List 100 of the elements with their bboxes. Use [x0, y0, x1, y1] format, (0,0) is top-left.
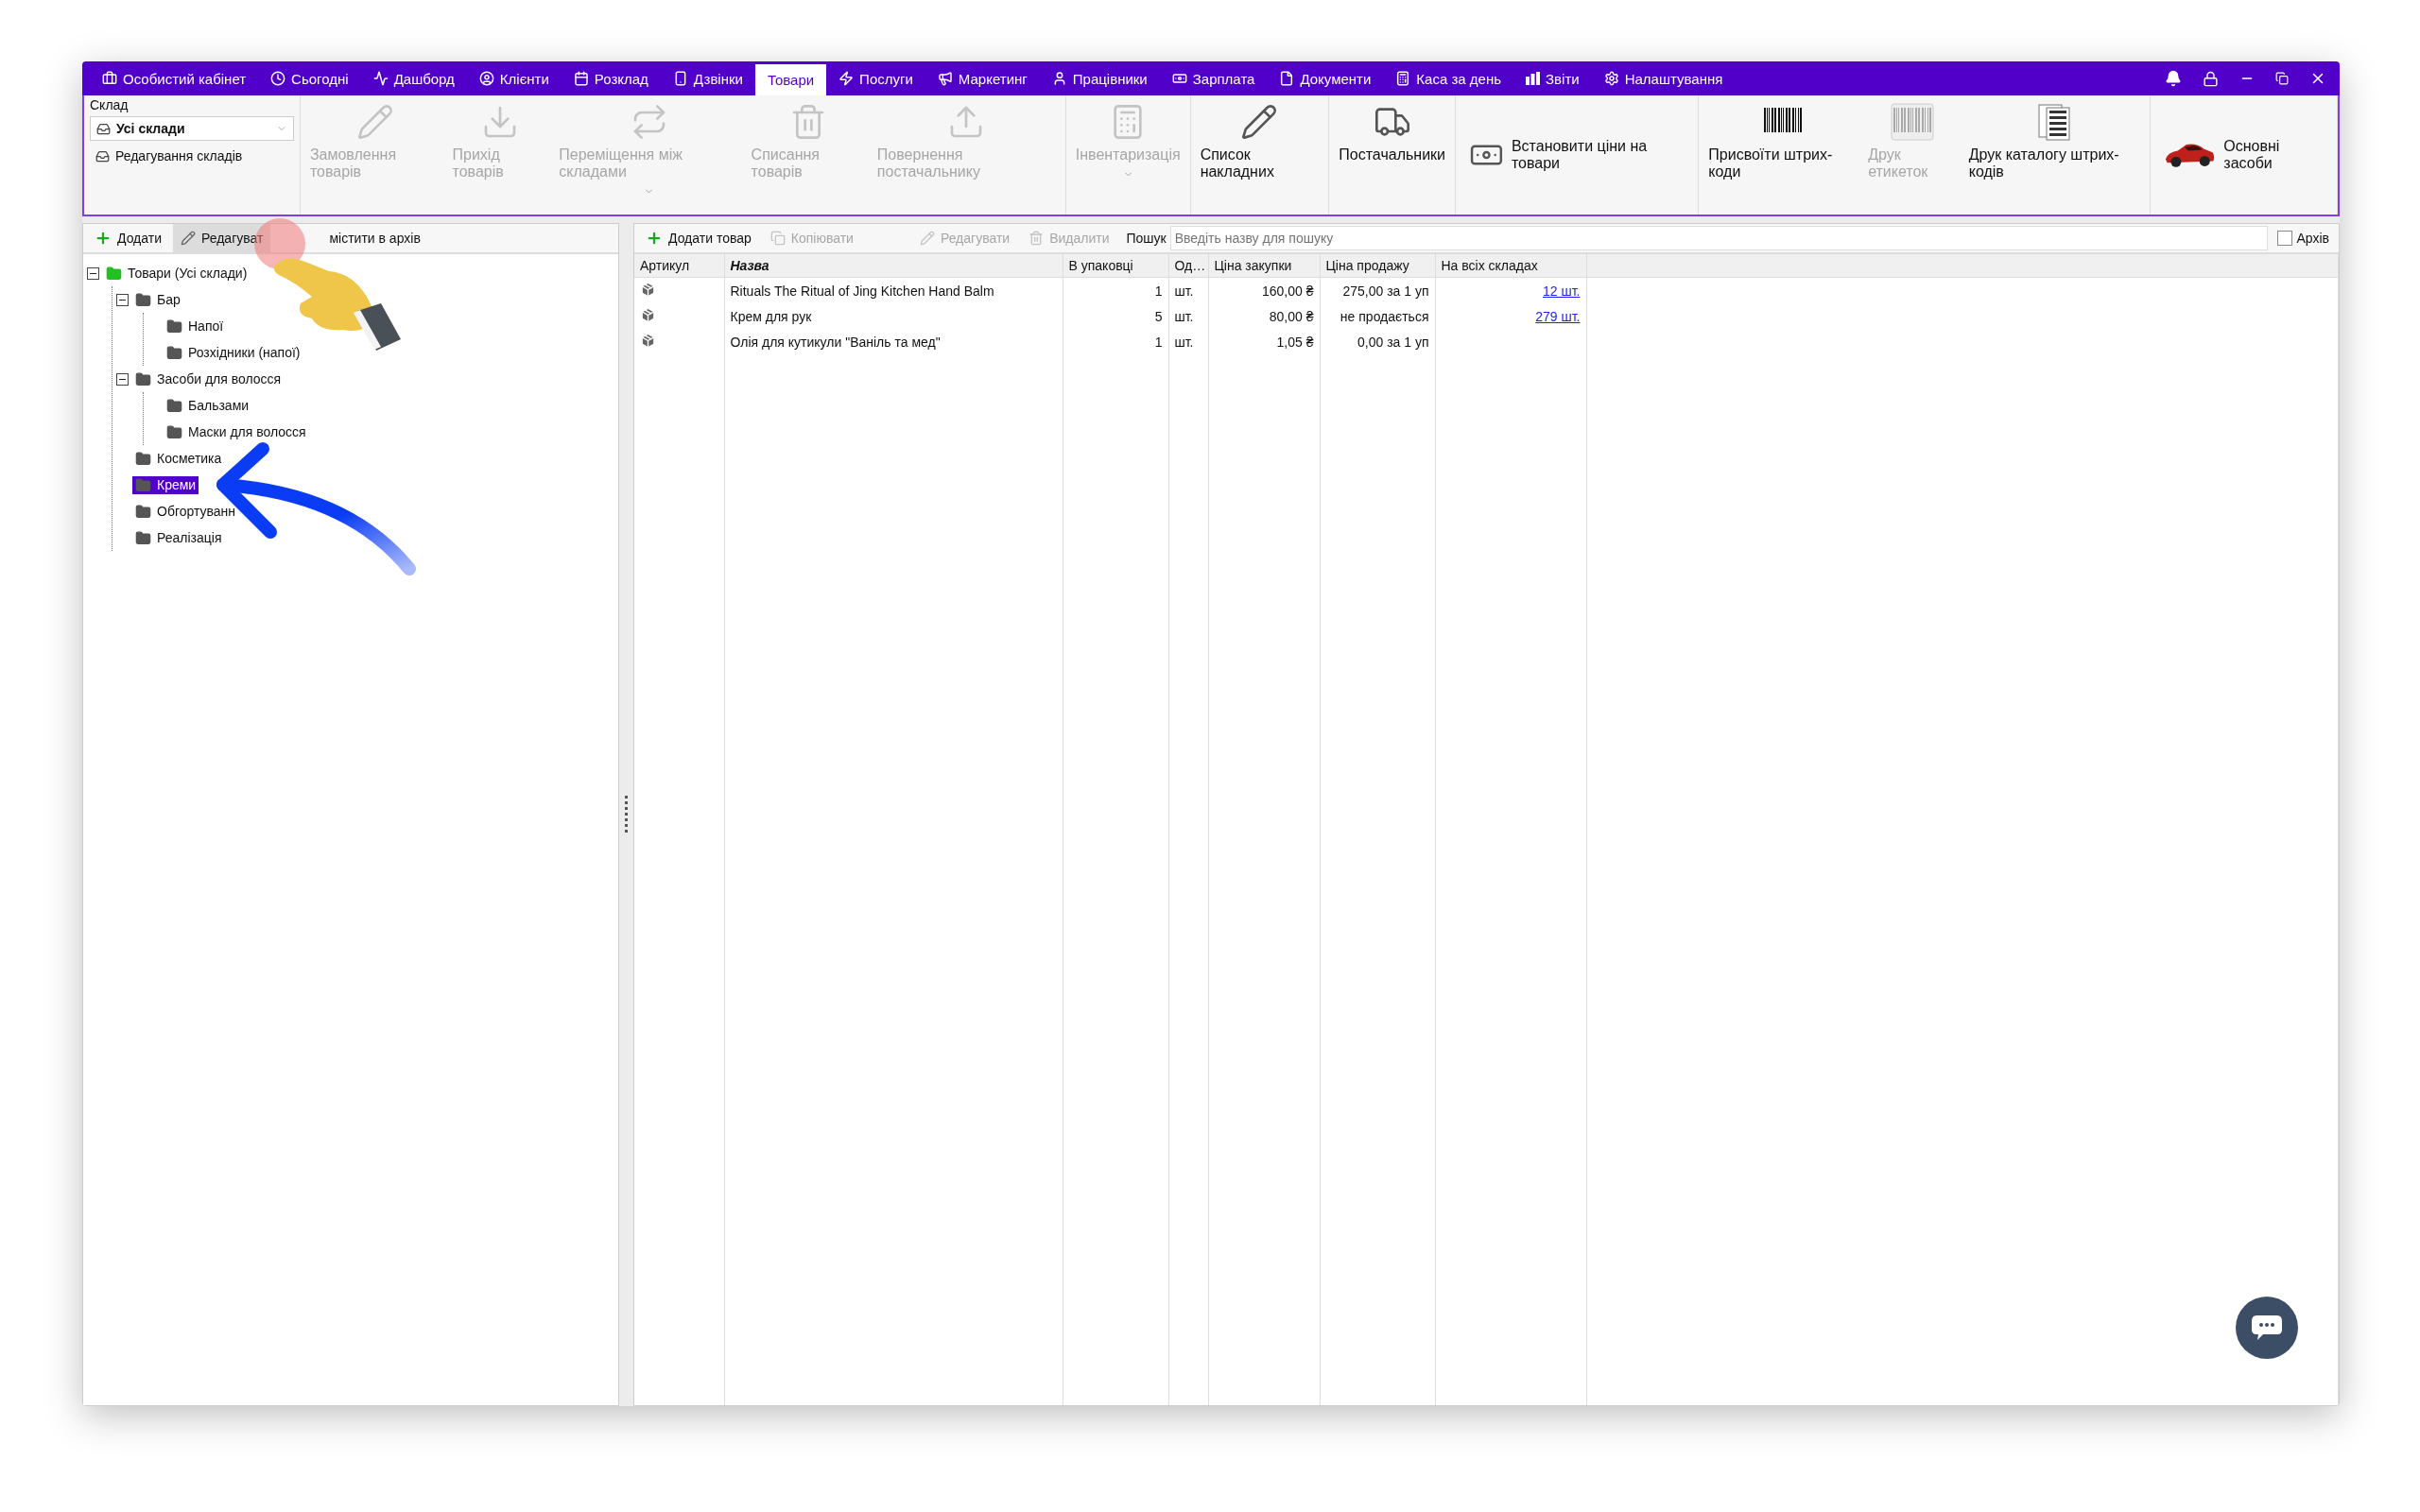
column-header[interactable]: Назва — [724, 254, 1063, 278]
folder-icon — [135, 529, 151, 546]
tree-item[interactable]: Напої — [164, 317, 227, 335]
search-label: Пошук — [1126, 231, 1167, 246]
settings-icon — [1603, 71, 1619, 86]
search-field[interactable]: Введіть назву для пошуку — [1169, 226, 2269, 250]
splitter-grip-icon[interactable] — [625, 796, 628, 833]
pencil-icon — [919, 231, 935, 246]
table-cell: 1 — [1063, 277, 1168, 303]
nav-tab[interactable]: Дзвінки — [660, 61, 755, 95]
table-cell: Олія для кутикули "Ваніль та мед" — [724, 329, 1063, 354]
nav-tab[interactable]: Маркетинг — [925, 61, 1040, 95]
ribbon-button[interactable]: Присвоїти штрих- коди — [1703, 95, 1863, 215]
toolbar-button[interactable]: містити в архів — [321, 224, 428, 252]
copy-icon — [769, 231, 786, 246]
plus-icon — [95, 230, 112, 247]
tree-item[interactable]: Засоби для волосся — [132, 369, 285, 388]
briefcase-icon — [102, 71, 117, 86]
table-cell: шт. — [1168, 329, 1208, 354]
table-cell: 275,00 за 1 уп — [1320, 277, 1435, 303]
tree-item[interactable]: Косметика — [132, 449, 225, 468]
column-header[interactable]: Ціна продажу — [1320, 254, 1435, 278]
clock-icon — [270, 71, 286, 86]
archive-checkbox[interactable]: Архів — [2277, 231, 2329, 246]
collapse-toggle[interactable] — [116, 293, 129, 306]
tray-icon — [95, 148, 110, 163]
pencil-icon — [1240, 103, 1279, 141]
tree-item[interactable]: Розхідники (напої) — [164, 343, 303, 362]
nav-tab[interactable]: Зарплата — [1159, 61, 1268, 95]
ribbon-button[interactable]: Встановити ціни на товари — [1460, 95, 1695, 215]
toolbar-button[interactable]: Додати товар — [638, 224, 759, 252]
tree-item[interactable]: Маски для волосся — [164, 422, 309, 441]
document-icon — [1279, 71, 1295, 86]
nav-tab[interactable]: Особистий кабінет — [90, 61, 259, 95]
toolbar-button[interactable]: Редагуват — [173, 224, 271, 252]
table-cell: 1 — [1063, 329, 1168, 354]
column-header[interactable]: Артикул — [634, 254, 724, 278]
ribbon-button[interactable]: Постачальники — [1333, 95, 1451, 215]
collapse-toggle[interactable] — [87, 266, 99, 280]
pencil-icon — [356, 103, 395, 141]
calculator-icon — [1395, 71, 1411, 86]
trash-icon — [1028, 231, 1045, 246]
folder-icon — [135, 503, 151, 520]
stock-link[interactable]: 279 шт. — [1535, 308, 1581, 324]
warehouse-label: Склад — [90, 97, 130, 112]
megaphone-icon — [937, 71, 953, 86]
package-icon — [640, 281, 656, 298]
tree-item[interactable]: Реалізація — [132, 528, 225, 547]
nav-tab[interactable]: Налаштування — [1591, 61, 1736, 95]
tree-item[interactable]: Креми — [132, 475, 199, 494]
column-header[interactable]: В упаковці — [1063, 254, 1168, 278]
folder-icon — [166, 423, 182, 440]
warehouse-select[interactable]: Усі склади — [90, 116, 294, 141]
table-cell: шт. — [1168, 277, 1208, 303]
pulse-icon — [372, 71, 389, 86]
column-header[interactable]: На всіх складах — [1435, 254, 1586, 278]
chat-bubble-icon — [2251, 1314, 2283, 1342]
ribbon-button[interactable]: Основні засоби — [2154, 95, 2333, 215]
nav-tab[interactable]: Працівники — [1039, 61, 1160, 95]
nav-tab[interactable]: Документи — [1267, 61, 1384, 95]
pencil-icon — [181, 231, 196, 246]
nav-tab[interactable]: Звіти — [1513, 61, 1592, 95]
table-cell: не продається — [1320, 303, 1435, 329]
folder-icon — [166, 318, 182, 335]
folder-icon — [135, 291, 151, 308]
banknote-icon — [1171, 71, 1187, 86]
table-cell: 80,00 ₴ — [1208, 303, 1320, 329]
nav-tab[interactable]: Клієнти — [466, 61, 562, 95]
nav-tab[interactable]: Дашборд — [360, 61, 467, 95]
ribbon-button[interactable]: Друк каталогу штрих-кодів — [1962, 95, 2147, 215]
toolbar-button[interactable]: Додати — [87, 224, 169, 252]
barcode-label-icon — [1891, 103, 1935, 141]
nav-tab[interactable]: Розклад — [561, 61, 661, 95]
table-cell: Крем для рук — [724, 303, 1063, 329]
folder-icon — [135, 450, 151, 467]
tree-item[interactable]: Товари (Усі склади) — [103, 264, 251, 283]
package-icon — [640, 306, 656, 323]
table-cell: 5 — [1063, 303, 1168, 329]
lock-icon[interactable] — [2203, 70, 2219, 87]
tree-item[interactable]: Бальзами — [164, 396, 252, 415]
column-header[interactable]: Ціна закупки — [1208, 254, 1320, 278]
ribbon-button[interactable]: Список накладних — [1194, 95, 1325, 215]
column-header[interactable]: Од… — [1168, 254, 1208, 278]
restore-icon[interactable] — [2275, 72, 2289, 85]
nav-tab[interactable]: Сьогодні — [258, 61, 361, 95]
table-cell: Rituals The Ritual of Jing Kitchen Hand Balm — [724, 277, 1063, 303]
table-cell: 160,00 ₴ — [1208, 277, 1320, 303]
folder-icon — [166, 344, 182, 361]
tree-item[interactable]: Обгортуванн — [132, 502, 239, 521]
table-cell: 1,05 ₴ — [1208, 329, 1320, 354]
tree-item[interactable]: Бар — [132, 290, 183, 309]
lightning-icon — [838, 71, 855, 86]
nav-tab[interactable]: Послуги — [826, 61, 925, 95]
edit-warehouses-button[interactable]: Редагування складів — [90, 145, 294, 167]
notification-icon[interactable] — [2165, 70, 2182, 87]
stock-link[interactable]: 12 шт. — [1543, 283, 1581, 299]
nav-tab[interactable]: Каса за день — [1383, 61, 1514, 95]
plus-icon — [646, 230, 663, 247]
collapse-toggle[interactable] — [116, 372, 129, 386]
nav-tab[interactable]: Товари — [754, 64, 827, 95]
